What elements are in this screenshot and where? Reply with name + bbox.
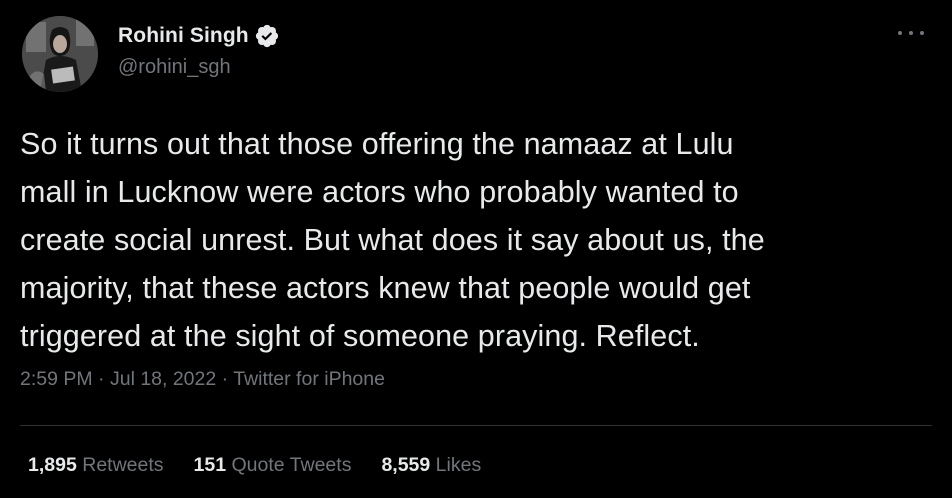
tweet-metadata: 2:59 PM · Jul 18, 2022 · Twitter for iPh… (20, 368, 385, 391)
more-dot (909, 31, 913, 35)
more-horizontal-icon[interactable] (898, 24, 924, 42)
tweet-card: Rohini Singh @rohini_sgh So it turns out… (0, 0, 952, 498)
tweet-text-line: triggered at the sight of someone prayin… (20, 319, 700, 353)
verified-badge-icon (254, 23, 280, 49)
retweets-count: 1,895 (28, 454, 77, 476)
author-handle[interactable]: @rohini_sgh (118, 56, 280, 79)
author-name-row: Rohini Singh (118, 22, 280, 50)
avatar[interactable] (22, 16, 98, 92)
divider (20, 425, 932, 426)
tweet-text-line: mall in Lucknow were actors who probably… (20, 175, 739, 209)
meta-separator: · (92, 368, 110, 390)
tweet-stats: 1,895 Retweets 151 Quote Tweets 8,559 Li… (28, 454, 511, 477)
tweet-text: So it turns out that those offering the … (20, 120, 930, 360)
likes-count: 8,559 (381, 454, 431, 476)
tweet-text-line: majority, that these actors knew that pe… (20, 271, 751, 305)
tweet-time[interactable]: 2:59 PM (20, 368, 93, 390)
likes-stat[interactable]: 8,559 Likes (381, 454, 481, 477)
retweets-label: Retweets (76, 454, 164, 476)
more-dot (920, 31, 924, 35)
tweet-date[interactable]: Jul 18, 2022 (110, 368, 216, 390)
tweet-text-line: So it turns out that those offering the … (20, 127, 734, 161)
quote-tweets-stat[interactable]: 151 Quote Tweets (194, 454, 352, 477)
author-display-name[interactable]: Rohini Singh (118, 24, 249, 48)
likes-label: Likes (430, 454, 482, 476)
meta-separator: · (216, 368, 234, 390)
quote-tweets-label: Quote Tweets (226, 454, 352, 476)
retweets-stat[interactable]: 1,895 Retweets (28, 454, 164, 477)
tweet-header: Rohini Singh @rohini_sgh (20, 14, 932, 94)
profile-photo (22, 16, 98, 92)
quote-tweets-count: 151 (193, 454, 227, 476)
tweet-text-line: create social unrest. But what does it s… (20, 223, 765, 257)
more-dot (898, 31, 902, 35)
author-info: Rohini Singh @rohini_sgh (118, 22, 280, 79)
tweet-source[interactable]: Twitter for iPhone (233, 368, 385, 390)
